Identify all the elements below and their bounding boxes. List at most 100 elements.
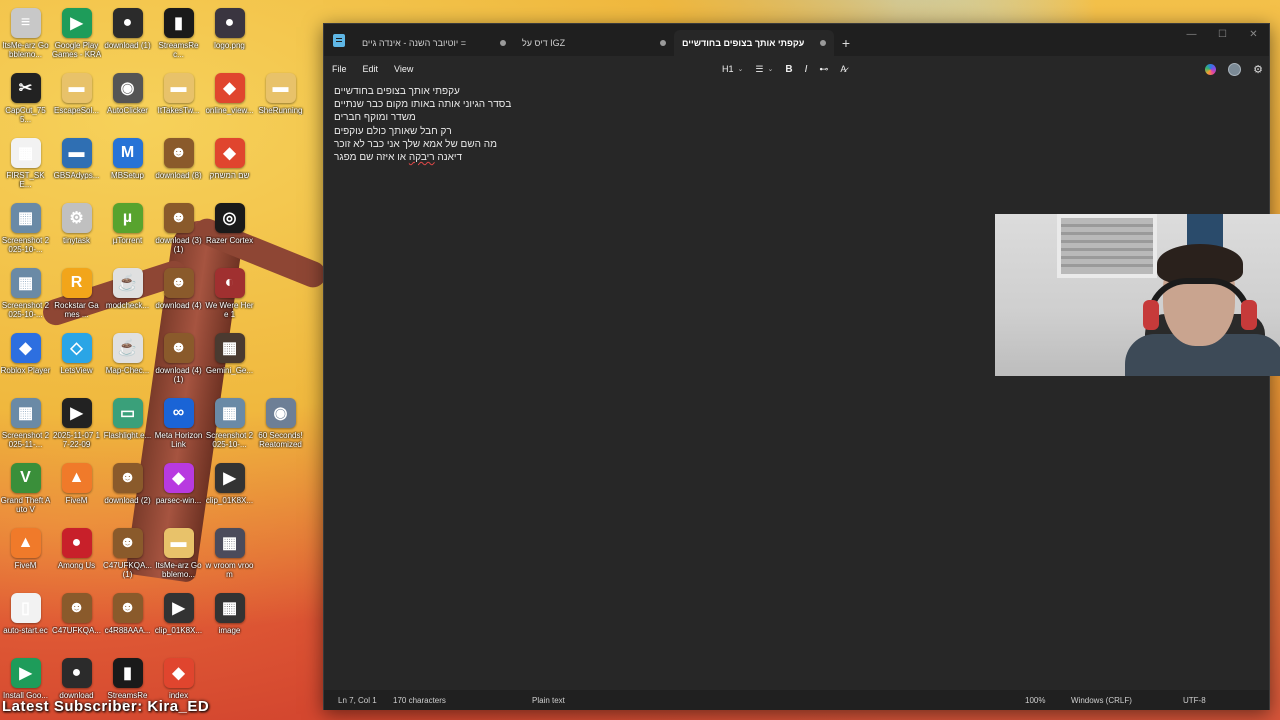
unsaved-dot-icon[interactable] [660,40,666,46]
close-button[interactable]: ✕ [1238,24,1269,44]
text-line: מה השם של אמא שלך אני כבר לא זוכר [334,138,497,150]
tab-active-document[interactable]: עקפתי אותך בצופים בחודשיים [674,30,834,56]
desktop-icon[interactable]: ▬ GBSAdyps... [51,134,102,199]
desktop-icon[interactable]: ≡ ItsMe-arz Gobblemo... [0,4,51,69]
desktop-icon-label: Meta Horizon Link [154,431,203,449]
gear-icon[interactable]: ⚙ [1253,63,1263,76]
desktop-icon[interactable]: ☻ download (8) [153,134,204,199]
desktop-icon[interactable]: ▦ FIRST_SKE... [0,134,51,199]
menu-edit[interactable]: Edit [355,64,387,74]
bold-button[interactable]: B [779,64,798,75]
desktop-icon[interactable]: ∞ Meta Horizon Link [153,394,204,459]
desktop-icon[interactable]: ◎ Razer Cortex [204,199,255,264]
desktop-icon[interactable]: ◉ 60 Seconds! Reatomized [255,394,306,459]
desktop-icon[interactable]: ▦ Gemini_Ge... [204,329,255,394]
desktop-icon[interactable]: ◉ AutoClicker [102,69,153,134]
encoding[interactable]: UTF-8 [1183,696,1206,705]
unsaved-dot-icon[interactable] [500,40,506,46]
desktop-icon[interactable]: µ µTorrent [102,199,153,264]
desktop-icon-label: ItsMe-arz Gobblemo... [155,561,202,579]
text-segment: דיאנה [434,152,463,164]
new-tab-button[interactable]: + [834,30,858,56]
app-icon: ● [112,8,143,38]
text-editor[interactable]: עקפתי אותך בצופים בחודשיים בסדר הגיוני א… [324,82,1269,688]
desktop-icon[interactable]: ☻ download (4) (1) [153,329,204,394]
app-icon: ▯ [10,593,41,623]
menu-view[interactable]: View [386,64,421,74]
italic-button[interactable]: I [799,64,814,75]
desktop-icon[interactable]: ● Among Us [51,524,102,589]
desktop-icon[interactable]: ▦ image [204,589,255,654]
app-icon: ▮ [163,8,194,38]
desktop-icon[interactable]: ▶ 2025-11-07 17-22-09 [51,394,102,459]
app-icon: ◐ [214,268,245,298]
link-icon[interactable]: ⊷ [813,64,834,75]
tab-strip: יוטיובר השנה - אינדה גיים = דיס על IGZ ע… [354,30,858,56]
desktop-icon[interactable]: ☻ download (4) [153,264,204,329]
desktop-icon[interactable]: ▦ Screenshot 2025-10-... [0,264,51,329]
account-avatar[interactable] [1228,62,1242,76]
minimize-button[interactable]: — [1176,24,1207,44]
desktop-icon[interactable]: ▶ clip_01K8X... [204,459,255,524]
desktop-icon[interactable]: ▬ ItTakesTw... [153,69,204,134]
desktop-icon[interactable]: ▲ FiveM [0,524,51,589]
desktop-icon[interactable]: ☕ modcheck... [102,264,153,329]
tab-diss-igz[interactable]: דיס על IGZ [514,30,674,56]
desktop-icon[interactable]: ▦ Screenshot 2025-11-... [0,394,51,459]
desktop-icon[interactable]: ⚙ tinytask [51,199,102,264]
desktop-icon[interactable]: ▬ ItsMe-arz Gobblemo... [153,524,204,589]
desktop-icon[interactable]: ☕ Map-Chec... [102,329,153,394]
app-icon: ☻ [112,528,143,558]
desktop-icon [255,329,306,394]
desktop-icon[interactable]: ▦ Screenshot 2025-10-... [204,394,255,459]
desktop-icon-label: FiveM [65,496,88,505]
list-dropdown[interactable]: ☰ ⌄ [749,64,779,75]
desktop-icon-label: Screenshot 2025-10-... [1,236,50,254]
desktop-icon[interactable]: ◇ LetsView [51,329,102,394]
desktop-icon[interactable]: ▦ w vroom vroom [204,524,255,589]
desktop-icon[interactable]: ● download (1) [102,4,153,69]
menu-file[interactable]: File [324,64,355,74]
app-icon: ≡ [10,8,41,38]
desktop-icon[interactable]: ▭ Flashlight.e... [102,394,153,459]
desktop-icon[interactable]: V Grand Theft Auto V [0,459,51,524]
desktop-icon[interactable]: ◐ We Were Here 1 [204,264,255,329]
desktop-icon [255,654,306,719]
desktop-icon[interactable]: ☻ C47UFKQA... [51,589,102,654]
desktop-icon[interactable]: ✂ CapCut_755... [0,69,51,134]
unsaved-dot-icon[interactable] [820,40,826,46]
desktop-icon[interactable]: ▶ clip_01K8X... [153,589,204,654]
desktop-icon-label: StreamsRec... [158,41,199,59]
app-icon: ▬ [61,138,92,168]
line-ending[interactable]: Windows (CRLF) [1071,696,1132,705]
heading-dropdown[interactable]: H1 ⌄ [716,64,749,74]
desktop-icon[interactable]: R Rockstar Games ... [51,264,102,329]
desktop-icon[interactable]: ▯ auto-start.ec [0,589,51,654]
desktop-icon[interactable]: ▲ FiveM [51,459,102,524]
app-icon: ▦ [10,138,41,168]
desktop-icon-label: Razer Cortex [205,236,254,245]
desktop-icon[interactable]: M MBSetup [102,134,153,199]
desktop-icon[interactable]: ◆ שם המשחק [204,134,255,199]
clear-formatting-icon[interactable]: A̷ [834,64,852,74]
desktop-icon[interactable]: ☻ c4R88AAA... [102,589,153,654]
title-bar[interactable]: יוטיובר השנה - אינדה גיים = דיס על IGZ ע… [324,24,1269,56]
copilot-icon[interactable] [1205,63,1217,75]
desktop-icon[interactable]: ▦ Screenshot 2025-10-... [0,199,51,264]
desktop-icon[interactable]: ◆ parsec-win... [153,459,204,524]
desktop-icon[interactable]: ◆ online_view... [204,69,255,134]
format-indicator[interactable]: Plain text [532,696,565,705]
desktop-icon[interactable]: ☻ C47UFKQA... (1) [102,524,153,589]
zoom-level[interactable]: 100% [1025,696,1045,705]
desktop-icon[interactable]: ▶ Google Play Games - KRA [51,4,102,69]
desktop-icon[interactable]: ▬ EscapeSol... [51,69,102,134]
tab-youtuber-of-the-year[interactable]: יוטיובר השנה - אינדה גיים = [354,30,514,56]
maximize-button[interactable]: ☐ [1207,24,1238,44]
desktop-icon[interactable]: ◆ Roblox Player [0,329,51,394]
desktop-icon[interactable]: ☻ download (2) [102,459,153,524]
desktop-icon[interactable]: ● logo.png [204,4,255,69]
desktop-icon[interactable]: ☻ download (3) (1) [153,199,204,264]
tab-label: יוטיובר השנה - אינדה גיים = [362,38,466,48]
desktop-icon[interactable]: ▬ SheRunning [255,69,306,134]
desktop-icon[interactable]: ▮ StreamsRec... [153,4,204,69]
